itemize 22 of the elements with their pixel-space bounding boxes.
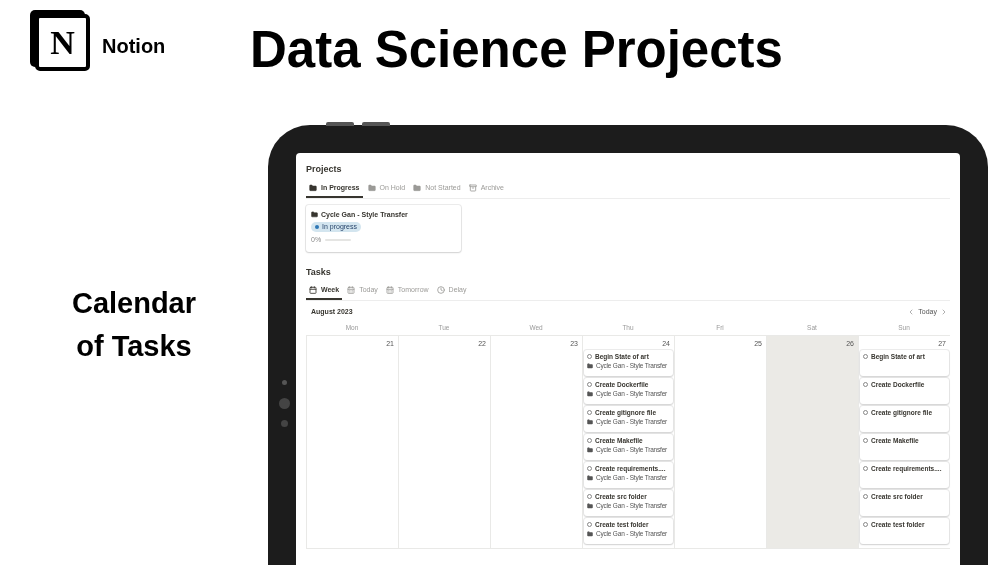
next-icon[interactable]	[940, 308, 948, 317]
folder-icon	[587, 502, 593, 509]
folder-icon	[587, 446, 593, 453]
headline: Data Science Projects	[250, 20, 783, 80]
folder-icon	[587, 390, 593, 397]
folder-icon	[311, 210, 318, 218]
section-title: Tasks	[306, 265, 332, 279]
folder-icon	[587, 362, 593, 369]
clock-icon	[436, 286, 445, 294]
folder-icon	[587, 474, 593, 481]
folder-icon	[367, 183, 376, 192]
calendar-icon	[385, 286, 394, 294]
folder-icon	[587, 418, 593, 425]
side-caption: Calendar of Tasks	[70, 286, 198, 364]
calendar-icon	[347, 286, 356, 294]
brand-name: Notion	[102, 34, 166, 59]
section-title: Projects	[306, 163, 343, 176]
folder-icon	[413, 183, 422, 192]
folder-icon	[587, 530, 593, 537]
archive-icon	[468, 183, 477, 192]
calendar-icon	[309, 286, 317, 294]
folder-icon	[309, 183, 317, 192]
